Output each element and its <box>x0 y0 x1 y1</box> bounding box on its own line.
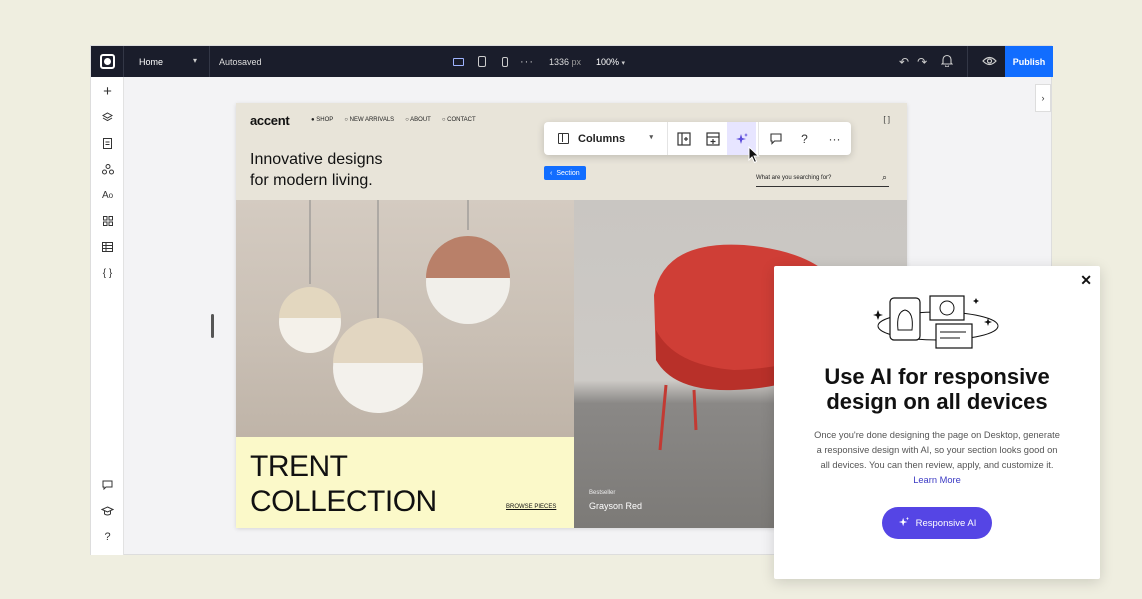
academy-cap-icon[interactable] <box>91 501 124 521</box>
desktop-icon[interactable] <box>451 54 466 69</box>
mouse-cursor-icon <box>748 145 760 169</box>
site-nav: SHOP NEW ARRIVALS ABOUT CONTACT <box>311 117 476 123</box>
sparkle-icon <box>898 516 910 531</box>
collection-title[interactable]: TRENT COLLECTION <box>250 449 437 519</box>
responsive-ai-popup: ✕ Use AI for responsive design on all de… <box>774 266 1100 579</box>
add-section-icon[interactable] <box>698 122 727 155</box>
chat-icon[interactable] <box>91 475 124 495</box>
add-icon[interactable]: + <box>91 81 124 101</box>
chevron-down-icon: ▾ <box>192 56 197 65</box>
site-search-input[interactable]: What are you searching for? ⌕ <box>756 172 889 187</box>
comment-icon[interactable] <box>761 122 790 155</box>
preview-eye-icon[interactable] <box>982 55 997 69</box>
wix-logo-icon[interactable] <box>91 46 124 77</box>
add-column-icon[interactable] <box>669 122 698 155</box>
floating-toolbar: Columns ▾ ? ··· <box>544 122 851 155</box>
product-name[interactable]: Grayson Red <box>589 501 642 511</box>
help-icon[interactable]: ? <box>790 122 819 155</box>
nav-about[interactable]: ABOUT <box>405 117 431 123</box>
grid-apps-icon[interactable] <box>91 211 124 231</box>
page-name: Home <box>139 56 164 67</box>
top-bar: Home ▾ Autosaved ··· 1336 px 100% ▾ ↶ ↷ … <box>91 46 1053 77</box>
zoom-level[interactable]: 100% ▾ <box>596 57 625 67</box>
publish-button[interactable]: Publish <box>1005 46 1053 77</box>
bell-icon[interactable] <box>940 54 954 70</box>
bestseller-label: Bestseller <box>589 490 616 496</box>
collapse-panel-button[interactable]: › <box>1035 84 1051 112</box>
mobile-icon[interactable] <box>497 54 512 69</box>
canvas-width: 1336 px <box>549 57 582 67</box>
pages-icon[interactable] <box>91 133 124 153</box>
undo-icon[interactable]: ↶ <box>899 55 909 69</box>
code-braces-icon[interactable]: { } <box>91 263 124 283</box>
columns-icon <box>558 133 569 144</box>
left-toolbar: + Ao { } ? <box>91 77 124 555</box>
popup-description: Once you're done designing the page on D… <box>814 430 1060 485</box>
topbar-actions: ↶ ↷ <box>899 46 997 77</box>
site-logo[interactable]: accent <box>250 113 290 128</box>
search-icon: ⌕ <box>881 172 887 182</box>
autosave-status: Autosaved <box>219 57 262 67</box>
apps-network-icon[interactable] <box>91 159 124 179</box>
nav-new-arrivals[interactable]: NEW ARRIVALS <box>344 117 395 123</box>
devices-illustration-icon <box>868 290 1008 357</box>
close-icon[interactable]: ✕ <box>1080 272 1092 289</box>
more-options-icon[interactable]: ··· <box>820 122 849 155</box>
redo-icon[interactable]: ↷ <box>917 55 927 69</box>
expand-bracket-icon[interactable]: [ ] <box>883 115 890 124</box>
learn-more-link[interactable]: Learn More <box>913 475 961 485</box>
browse-pieces-link[interactable]: BROWSE PIECES <box>506 504 556 510</box>
resize-handle[interactable] <box>211 314 214 338</box>
tablet-icon[interactable] <box>474 54 489 69</box>
help-icon[interactable]: ? <box>91 527 124 547</box>
table-icon[interactable] <box>91 237 124 257</box>
chevron-down-icon: ▾ <box>649 134 653 141</box>
nav-contact[interactable]: CONTACT <box>442 117 476 123</box>
columns-dropdown[interactable]: Columns ▾ <box>544 122 668 155</box>
device-switcher: ··· <box>451 46 534 77</box>
section-tag[interactable]: ‹ Section <box>544 166 586 180</box>
layers-icon[interactable] <box>91 107 124 127</box>
popup-title: Use AI for responsive design on all devi… <box>824 364 1050 414</box>
divider <box>967 46 969 77</box>
page-selector[interactable]: Home ▾ <box>124 46 210 77</box>
lamps-image[interactable] <box>236 200 574 437</box>
hero-heading[interactable]: Innovative designs for modern living. <box>250 149 450 191</box>
more-devices-icon[interactable]: ··· <box>520 56 534 68</box>
responsive-ai-button[interactable]: Responsive AI <box>882 507 992 539</box>
typography-icon[interactable]: Ao <box>91 185 124 205</box>
nav-shop[interactable]: SHOP <box>311 117 333 123</box>
